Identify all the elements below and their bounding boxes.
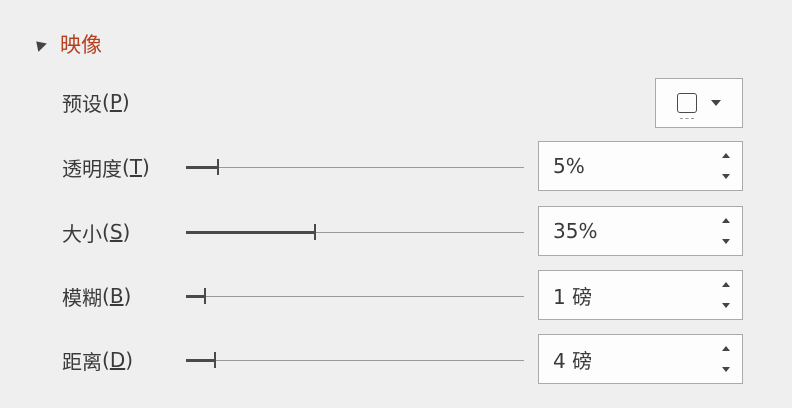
transparency-value[interactable]: 5% (553, 142, 585, 190)
slider-track[interactable] (186, 296, 524, 297)
collapse-triangle-icon[interactable] (31, 36, 47, 52)
section-header-reflection[interactable]: 映像 (31, 26, 102, 62)
size-label: 大小(S) (62, 220, 131, 246)
transparency-label: 透明度(T) (62, 155, 150, 181)
preset-dropdown-button[interactable] (655, 78, 743, 128)
slider-fill (186, 359, 215, 362)
spin-down-icon[interactable] (722, 239, 730, 244)
slider-fill (186, 231, 315, 234)
size-slider[interactable] (186, 206, 524, 258)
section-title: 映像 (60, 33, 102, 57)
distance-label: 距离(D) (62, 348, 134, 374)
distance-value[interactable]: 4 磅 (553, 335, 592, 383)
distance-slider[interactable] (186, 334, 524, 386)
blur-spinbox[interactable]: 1 磅 (538, 270, 743, 320)
preset-label: 预设(P) (62, 90, 130, 116)
slider-thumb[interactable] (313, 224, 316, 240)
slider-fill (186, 166, 219, 169)
slider-track[interactable] (186, 360, 524, 361)
reflection-preset-icon (677, 93, 697, 119)
slider-fill (186, 295, 206, 298)
spin-up-icon[interactable] (722, 282, 730, 287)
spin-down-icon[interactable] (722, 303, 730, 308)
size-row: 大小(S) 35% (0, 206, 792, 258)
blur-row: 模糊(B) 1 磅 (0, 270, 792, 322)
chevron-down-icon (711, 100, 721, 106)
size-value[interactable]: 35% (553, 207, 597, 255)
distance-spinbox[interactable]: 4 磅 (538, 334, 743, 384)
spin-up-icon[interactable] (722, 346, 730, 351)
distance-row: 距离(D) 4 磅 (0, 334, 792, 386)
slider-thumb[interactable] (217, 159, 220, 175)
spin-down-icon[interactable] (722, 174, 730, 179)
size-spinbox[interactable]: 35% (538, 206, 743, 256)
slider-thumb[interactable] (213, 352, 216, 368)
slider-track[interactable] (186, 167, 524, 168)
blur-slider[interactable] (186, 270, 524, 322)
spin-down-icon[interactable] (722, 367, 730, 372)
slider-thumb[interactable] (204, 288, 207, 304)
transparency-row: 透明度(T) 5% (0, 141, 792, 193)
spin-up-icon[interactable] (722, 153, 730, 158)
blur-label: 模糊(B) (62, 284, 132, 310)
blur-value[interactable]: 1 磅 (553, 271, 592, 319)
spin-up-icon[interactable] (722, 218, 730, 223)
transparency-spinbox[interactable]: 5% (538, 141, 743, 191)
transparency-slider[interactable] (186, 141, 524, 193)
